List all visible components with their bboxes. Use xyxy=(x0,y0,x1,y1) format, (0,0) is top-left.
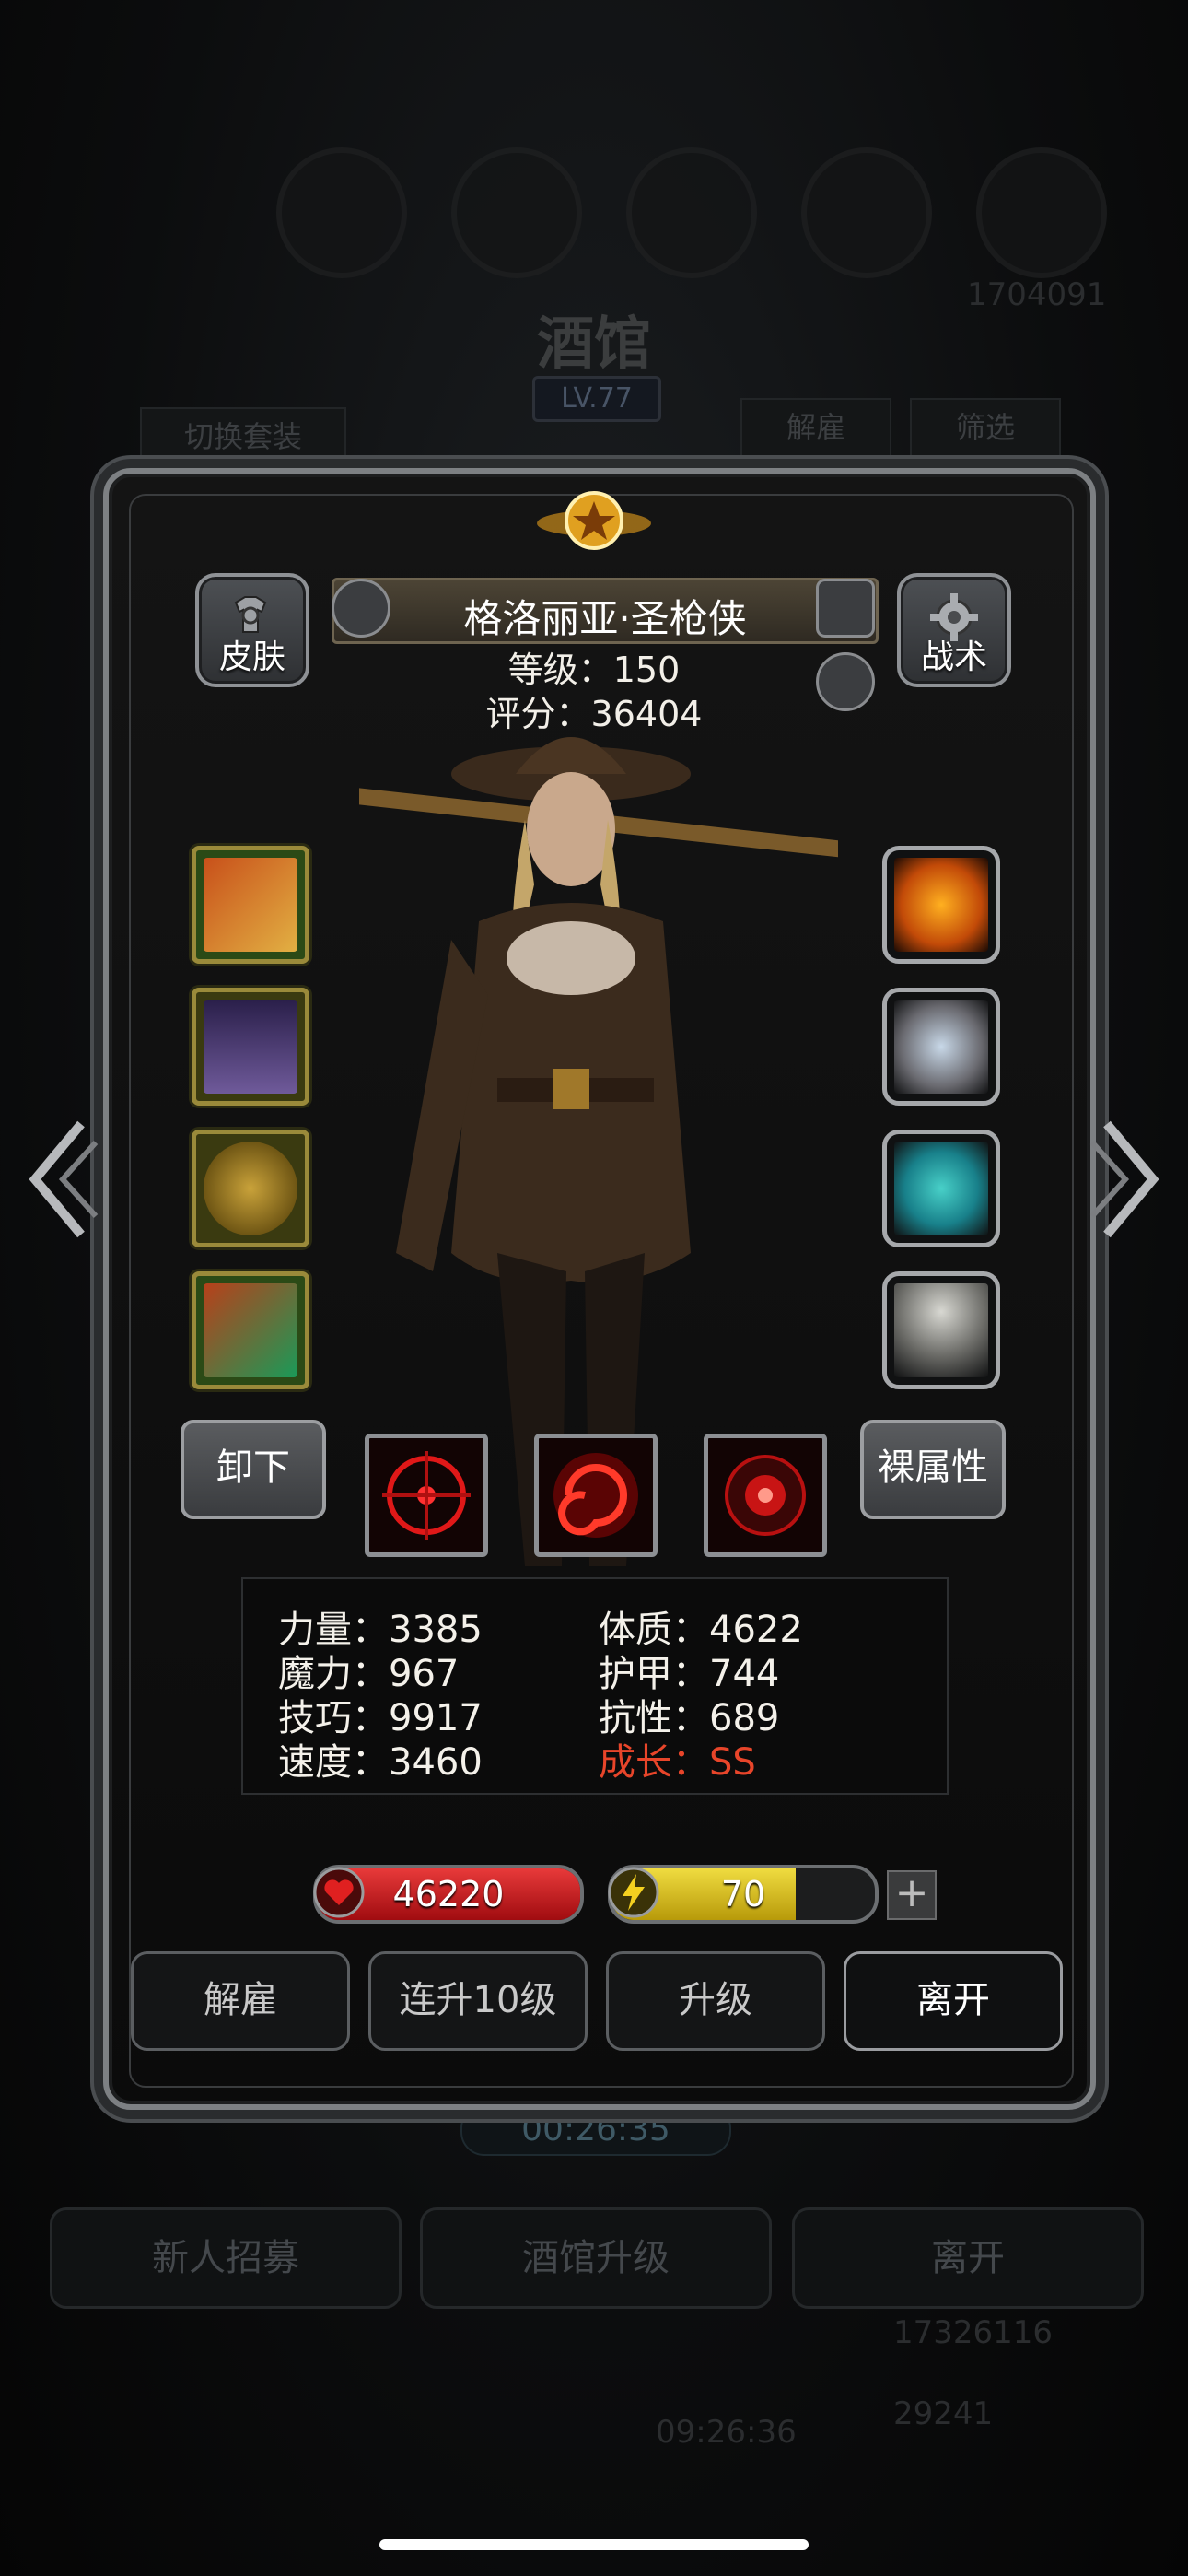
bg-tavern-title: 酒馆 xyxy=(536,310,651,377)
accessory-slot[interactable] xyxy=(192,1271,309,1389)
add-energy-button[interactable]: + xyxy=(887,1870,937,1920)
bg-menu-icon xyxy=(451,147,582,278)
hero-score: 评分：36404 xyxy=(485,694,703,734)
crosshair-skill-icon xyxy=(382,1451,471,1540)
vortex-skill-icon xyxy=(553,1453,638,1538)
previous-hero-arrow-icon[interactable] xyxy=(17,1115,99,1244)
bg-clock: 09:26:36 xyxy=(656,2414,797,2451)
weapon-slot[interactable] xyxy=(192,846,309,964)
leave-button[interactable]: 离开 xyxy=(844,1951,1063,2051)
coat-armor-icon xyxy=(204,1000,297,1094)
turquoise-stone-icon xyxy=(894,1142,988,1235)
hero-rank-badge-icon[interactable] xyxy=(332,579,390,638)
mushroom-relic-icon xyxy=(894,1283,988,1377)
bg-tavern-upgrade-button: 酒馆升级 xyxy=(420,2207,772,2309)
bg-tavern-level: LV.77 xyxy=(532,376,661,422)
lightning-icon xyxy=(608,1867,659,1918)
bg-gem-amount: 29241 xyxy=(893,2395,994,2432)
bg-menu-icon xyxy=(976,147,1107,278)
home-indicator[interactable] xyxy=(379,2539,809,2550)
ring-slot[interactable] xyxy=(882,846,1000,964)
stat-speed: 速度：3460 xyxy=(278,1741,483,1784)
stats-panel: 力量：3385 魔力：967 技巧：9917 速度：3460 体质：4622 护… xyxy=(241,1577,949,1795)
stat-growth: 成长：SS xyxy=(599,1741,756,1784)
skill-slot-2[interactable] xyxy=(534,1434,658,1557)
dismiss-button[interactable]: 解雇 xyxy=(131,1951,350,2051)
next-hero-arrow-icon[interactable] xyxy=(1089,1115,1171,1244)
edit-name-icon[interactable] xyxy=(816,579,875,638)
bg-switch-set-button: 切换套装 xyxy=(140,407,346,466)
emerald-staff-icon xyxy=(204,1283,297,1377)
bg-filter-button: 筛选 xyxy=(910,398,1061,457)
armor-slot[interactable] xyxy=(192,988,309,1106)
bg-menu-icon xyxy=(276,147,407,278)
bg-leave-button: 离开 xyxy=(792,2207,1144,2309)
golden-gun-icon xyxy=(204,858,297,952)
fire-ring-icon xyxy=(894,858,988,952)
level-up-button[interactable]: 升级 xyxy=(606,1951,825,2051)
bg-dismiss-button: 解雇 xyxy=(740,398,891,457)
sun-emblem-icon xyxy=(537,491,651,550)
shield-slot[interactable] xyxy=(192,1130,309,1247)
hero-name: 格洛丽亚·圣枪侠 xyxy=(463,596,747,641)
relic-slot[interactable] xyxy=(882,1271,1000,1389)
bg-menu-icon xyxy=(801,147,932,278)
bg-timer: 00:26:35 xyxy=(460,2104,731,2156)
gem-slot[interactable] xyxy=(882,1130,1000,1247)
unequip-button[interactable]: 卸下 xyxy=(181,1420,326,1519)
skill-slot-3[interactable] xyxy=(704,1434,827,1557)
level-up-10-button[interactable]: 连升10级 xyxy=(368,1951,588,2051)
bg-menu-icon xyxy=(626,147,757,278)
bg-new-recruit-button: 新人招募 xyxy=(50,2207,402,2309)
round-shield-icon xyxy=(204,1142,297,1235)
crystal-ore-icon xyxy=(894,1000,988,1094)
skill-slot-1[interactable] xyxy=(365,1434,488,1557)
base-attributes-button[interactable]: 裸属性 xyxy=(860,1420,1006,1519)
target-skill-icon xyxy=(725,1455,806,1536)
hero-name-plate: 格洛丽亚·圣枪侠 xyxy=(332,578,879,644)
hero-level: 等级：150 xyxy=(507,650,681,690)
heart-icon xyxy=(313,1867,365,1918)
bg-gold-amount: 17326116 xyxy=(893,2314,1054,2351)
ore-slot[interactable] xyxy=(882,988,1000,1106)
